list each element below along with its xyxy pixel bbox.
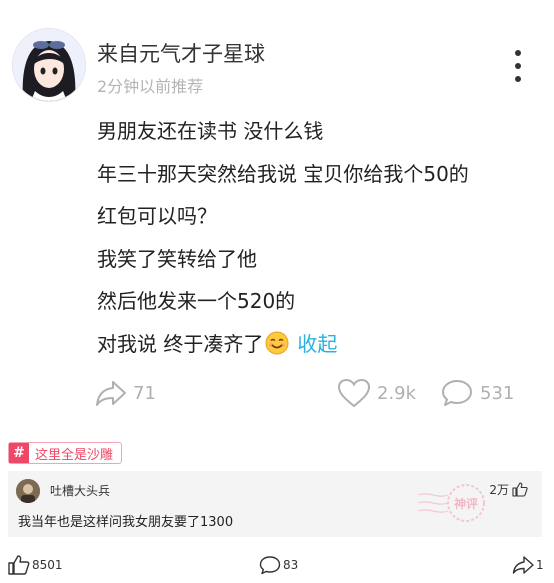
bottom-like-count: 8501 bbox=[32, 558, 63, 572]
post-line: 然后他发来一个520的 bbox=[97, 289, 296, 313]
bottom-comment-count: 83 bbox=[283, 558, 299, 572]
heart-icon bbox=[337, 378, 371, 408]
share-icon bbox=[96, 381, 126, 406]
comment-bubble-icon bbox=[442, 380, 472, 406]
bottom-share-button[interactable]: 1 bbox=[512, 555, 544, 575]
thumbs-up-icon bbox=[512, 482, 528, 497]
post-last-line: 对我说 终于凑齐了 收起 bbox=[97, 323, 537, 370]
more-options-icon[interactable] bbox=[504, 50, 532, 82]
like-action[interactable]: 2.9k bbox=[337, 378, 416, 408]
post-line: 红包可以吗？ bbox=[97, 204, 217, 228]
author-name[interactable]: 来自元气才子星球 bbox=[97, 38, 265, 68]
smile-emoji-icon bbox=[265, 327, 289, 370]
commenter-avatar[interactable] bbox=[16, 479, 40, 503]
comment-text: 我当年也是这样问我女朋友要了1300 bbox=[18, 515, 234, 530]
hashtag-icon: # bbox=[9, 443, 29, 463]
collapse-link[interactable]: 收起 bbox=[297, 332, 337, 356]
topic-tag-label: 这里全是沙雕 bbox=[35, 447, 114, 463]
post-line: 对我说 终于凑齐了 bbox=[97, 331, 264, 356]
post-line: 年三十那天突然给我说 宝贝你给我个50的 bbox=[97, 161, 469, 186]
comment-count: 531 bbox=[480, 382, 515, 404]
share-icon bbox=[512, 556, 534, 574]
post-content: 男朋友还在读书 没什么钱 年三十那天突然给我说 宝贝你给我个50的 红包可以吗？… bbox=[97, 110, 537, 369]
thumbs-up-icon bbox=[8, 555, 30, 575]
stamp-text: 神评 bbox=[454, 496, 478, 511]
bottom-share-count: 1 bbox=[536, 558, 544, 572]
comment-like-button[interactable]: 2万 bbox=[489, 481, 528, 498]
comment-like-count: 2万 bbox=[489, 483, 509, 497]
god-comment-stamp: 神评 bbox=[417, 481, 488, 533]
comment-action[interactable]: 531 bbox=[440, 378, 514, 408]
author-avatar[interactable] bbox=[12, 28, 86, 102]
share-action[interactable]: 71 bbox=[95, 378, 156, 408]
post-time: 2分钟以前推荐 bbox=[97, 77, 204, 96]
share-count: 71 bbox=[133, 382, 156, 404]
bottom-like-button[interactable]: 8501 bbox=[8, 555, 63, 575]
topic-tag[interactable]: # 这里全是沙雕 bbox=[8, 442, 123, 464]
post-line: 男朋友还在读书 没什么钱 bbox=[97, 119, 324, 143]
commenter-name[interactable]: 吐槽大头兵 bbox=[50, 482, 110, 499]
post-line: 我笑了笑转给了他 bbox=[97, 246, 257, 271]
comment-bubble-icon bbox=[259, 556, 281, 575]
top-comment[interactable]: 吐槽大头兵 2万 神评 我当年也是这样问我女朋友要了1300 bbox=[8, 471, 542, 537]
like-count: 2.9k bbox=[377, 382, 417, 404]
bottom-comment-button[interactable]: 83 bbox=[259, 555, 298, 575]
